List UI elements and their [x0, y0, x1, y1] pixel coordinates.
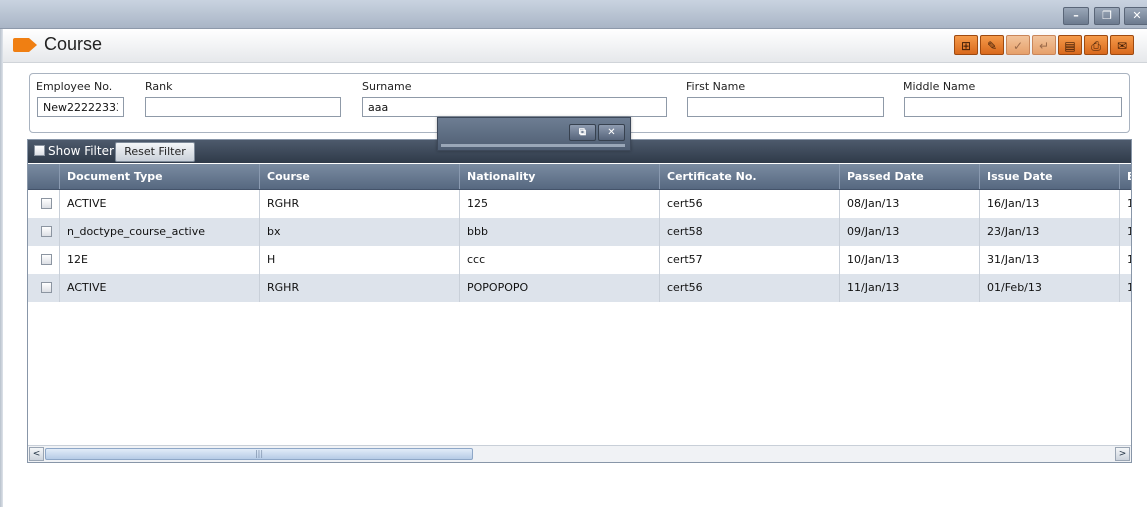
row-checkbox[interactable]	[41, 198, 52, 209]
email-button[interactable]: ✉	[1110, 35, 1134, 55]
table-cell: 1	[1119, 246, 1131, 274]
pencil-icon: ✎	[986, 39, 998, 53]
table-row[interactable]: ACTIVERGHR125cert5608/Jan/1316/Jan/131	[28, 190, 1131, 218]
row-checkbox[interactable]	[41, 254, 52, 265]
table-cell: ACTIVE	[59, 274, 259, 302]
print-button[interactable]: ⎙	[1084, 35, 1108, 55]
table-cell: 1	[1119, 274, 1131, 302]
table-cell: cert57	[659, 246, 839, 274]
row-checkbox[interactable]	[41, 226, 52, 237]
table-cell: 09/Jan/13	[839, 218, 979, 246]
envelope-icon: ✉	[1116, 39, 1128, 53]
scroll-left-button[interactable]: <	[29, 447, 44, 461]
table-cell: 12E	[59, 246, 259, 274]
column-header[interactable]: E	[1119, 164, 1131, 189]
middle-name-field[interactable]	[904, 97, 1122, 117]
floating-restore-icon[interactable]: ⧉	[569, 124, 596, 141]
first-name-label: First Name	[686, 80, 746, 93]
table-cell: cert56	[659, 274, 839, 302]
table-cell: 1	[1119, 190, 1131, 218]
table-cell: 01/Feb/13	[979, 274, 1119, 302]
show-filter-label: Show Filter	[48, 144, 114, 158]
scroll-right-button[interactable]: >	[1115, 447, 1130, 461]
export-document-icon: ▤	[1064, 39, 1076, 53]
minimize-icon[interactable]: –	[1063, 7, 1089, 25]
scroll-thumb[interactable]: |||	[45, 448, 473, 460]
table-row[interactable]: ACTIVE RGHR POPOPOPO cert56 11/Jan/13 01/Feb/…	[28, 274, 1131, 302]
table-cell: 11/Jan/13	[839, 274, 979, 302]
column-header[interactable]: Nationality	[459, 164, 659, 189]
printer-icon: ⎙	[1091, 39, 1101, 53]
table-cell: 23/Jan/13	[979, 218, 1119, 246]
column-header[interactable]: Course	[259, 164, 459, 189]
table-row[interactable]: n_doctype_course_active bx bbb cert58 09/Jan…	[28, 218, 1131, 246]
select-column-header[interactable]	[28, 164, 59, 189]
table-cell: 10/Jan/13	[839, 246, 979, 274]
restore-icon[interactable]: ❐	[1094, 7, 1120, 25]
surname-label: Surname	[362, 80, 412, 93]
table-cell: 08/Jan/13	[839, 190, 979, 218]
table-row[interactable]: 12EHccccert5710/Jan/1331/Jan/131	[28, 246, 1131, 274]
add-icon: ⊞	[960, 39, 972, 53]
horizontal-scrollbar[interactable]: < ||| >	[28, 445, 1131, 462]
table-cell: cert56	[659, 190, 839, 218]
table-cell: ACTIVE	[59, 190, 259, 218]
middle-name-label: Middle Name	[903, 80, 976, 93]
table-cell: bbb	[459, 218, 659, 246]
floating-close-icon[interactable]: ✕	[598, 124, 625, 141]
page-title: Course	[44, 34, 103, 54]
table-cell: RGHR	[259, 190, 459, 218]
approve-button[interactable]: ✓	[1006, 35, 1030, 55]
course-grid: Show Filter Reset Filter Document Type Co…	[27, 139, 1132, 463]
export-button[interactable]: ▤	[1058, 35, 1082, 55]
rank-field[interactable]	[145, 97, 341, 117]
table-cell: 125	[459, 190, 659, 218]
check-document-icon: ✓	[1012, 39, 1024, 53]
table-cell: cert58	[659, 218, 839, 246]
show-filter-checkbox[interactable]	[34, 145, 45, 156]
table-cell: RGHR	[259, 274, 459, 302]
table-cell: 16/Jan/13	[979, 190, 1119, 218]
employee-no-field[interactable]	[37, 97, 124, 117]
table-cell: 31/Jan/13	[979, 246, 1119, 274]
close-icon[interactable]: ✕	[1124, 7, 1147, 25]
tag-icon	[13, 38, 29, 52]
surname-field[interactable]	[362, 97, 667, 117]
table-cell: POPOPOPO	[459, 274, 659, 302]
window-topbar: – ❐ ✕	[0, 0, 1147, 29]
table-cell: n_doctype_course_active	[59, 218, 259, 246]
first-name-field[interactable]	[687, 97, 884, 117]
reset-filter-button[interactable]: Reset Filter	[115, 142, 195, 162]
window-left-frame	[0, 29, 3, 507]
rank-label: Rank	[145, 80, 173, 93]
floating-window[interactable]: ⧉ ✕	[437, 117, 631, 151]
column-header[interactable]: Passed Date	[839, 164, 979, 189]
grid-header: Document Type Course Nationality Certificat…	[28, 164, 1131, 190]
table-cell: 1	[1119, 218, 1131, 246]
column-header[interactable]: Document Type	[59, 164, 259, 189]
import-button[interactable]: ↵	[1032, 35, 1056, 55]
table-cell: H	[259, 246, 459, 274]
tag-icon-tip	[29, 38, 37, 52]
add-button[interactable]: ⊞	[954, 35, 978, 55]
row-checkbox[interactable]	[41, 282, 52, 293]
import-icon: ↵	[1038, 39, 1050, 53]
column-header[interactable]: Certificate No.	[659, 164, 839, 189]
employee-no-label: Employee No.	[36, 80, 113, 93]
edit-button[interactable]: ✎	[980, 35, 1004, 55]
column-header[interactable]: Issue Date	[979, 164, 1119, 189]
table-cell: ccc	[459, 246, 659, 274]
floating-window-body	[441, 144, 625, 147]
table-cell: bx	[259, 218, 459, 246]
